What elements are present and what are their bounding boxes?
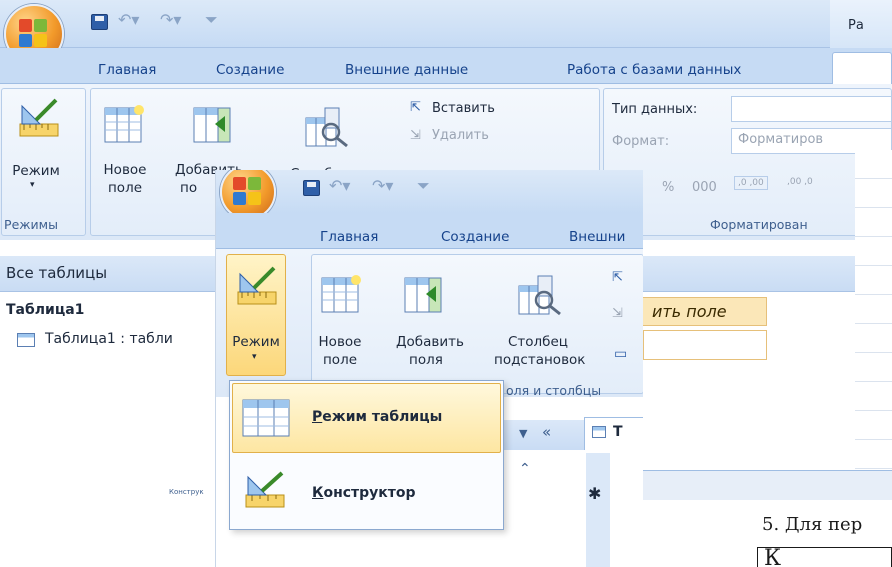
- fg-table-tab-icon: [592, 426, 606, 438]
- tab-create[interactable]: Создание: [216, 62, 284, 78]
- status-bar: [643, 470, 892, 500]
- new-field-icon: [104, 104, 146, 148]
- window-title: Ра: [848, 18, 864, 33]
- fg-tab-external-data[interactable]: Внешни: [569, 229, 625, 245]
- insert-icon: ⇱: [410, 100, 421, 115]
- tab-database-tools[interactable]: Работа с базами данных: [567, 62, 741, 78]
- office-logo-icon: [19, 19, 49, 49]
- fg-rename-icon[interactable]: ▭: [614, 346, 627, 362]
- view-dropdown-menu: Режим таблицы Конструктор: [229, 380, 504, 530]
- all-tables-label[interactable]: Все таблицы: [6, 264, 107, 282]
- tab-home[interactable]: Главная: [98, 62, 156, 78]
- add-field-label-2[interactable]: по: [180, 180, 197, 196]
- add-field-cell[interactable]: [643, 330, 767, 360]
- fg-redo-icon[interactable]: ↷▾: [372, 176, 393, 195]
- fg-add-field-label-1[interactable]: Добавить: [396, 334, 464, 350]
- add-field-icon: [193, 104, 237, 148]
- data-type-label: Тип данных:: [612, 102, 698, 117]
- delete-label[interactable]: Удалить: [432, 128, 489, 143]
- menu-item-datasheet-label: Режим таблицы: [312, 409, 443, 425]
- fg-lookup-column-icon: [518, 274, 564, 320]
- add-field-header[interactable]: ить поле: [641, 297, 767, 326]
- fg-nav-collapse-icon[interactable]: «: [542, 423, 551, 441]
- status-bar-text: Конструк: [169, 488, 204, 496]
- thousands-button[interactable]: 000: [692, 180, 717, 195]
- new-field-label-2[interactable]: поле: [103, 180, 147, 196]
- decrease-decimals-button[interactable]: ,00 ,0: [784, 176, 816, 188]
- document-box-text: К: [764, 547, 782, 567]
- redo-icon[interactable]: ↷▾: [160, 10, 181, 29]
- table1-item[interactable]: Таблица1 : табли: [45, 331, 173, 347]
- table1-group-label[interactable]: Таблица1: [6, 302, 84, 318]
- delete-icon: ⇲: [410, 128, 421, 143]
- datasheet-grid: [855, 150, 892, 480]
- fg-add-field-label-2[interactable]: поля: [409, 352, 443, 368]
- fg-tab-home[interactable]: Главная: [320, 229, 378, 245]
- tab-datasheet-active[interactable]: [832, 52, 892, 85]
- fg-tab-create[interactable]: Создание: [441, 229, 509, 245]
- fg-mode-dropdown-arrow: ▾: [252, 352, 257, 362]
- new-field-label-1[interactable]: Новое: [103, 162, 147, 178]
- percent-button[interactable]: %: [662, 180, 674, 195]
- lookup-column-icon: [305, 106, 351, 152]
- add-field-header-text: ить поле: [652, 302, 727, 321]
- foreground-access-window: ↶▾ ↷▾ ⏷ Главная Создание Внешни Режим ▾: [215, 170, 643, 567]
- tab-external-data[interactable]: Внешние данные: [345, 62, 468, 78]
- mode-icon: [18, 98, 62, 142]
- fg-office-logo-icon: [233, 177, 263, 207]
- fg-datasheet: [586, 453, 643, 567]
- table-icon: [17, 333, 35, 347]
- fg-mode-label: Режим: [232, 334, 280, 350]
- views-group-caption: Режимы: [4, 217, 58, 232]
- menu-item-design-view[interactable]: Конструктор: [312, 485, 416, 501]
- fg-new-record-marker: ✱: [588, 484, 602, 503]
- undo-icon[interactable]: ↶▾: [118, 10, 139, 29]
- mode-button-label[interactable]: Режим: [0, 163, 72, 179]
- insert-label[interactable]: Вставить: [432, 101, 495, 116]
- fg-undo-icon[interactable]: ↶▾: [329, 176, 350, 195]
- fg-nav-dropdown-icon[interactable]: ▼: [519, 427, 527, 440]
- data-type-field[interactable]: [731, 96, 892, 122]
- fg-new-field-label-2[interactable]: поле: [318, 352, 362, 368]
- save-icon[interactable]: [91, 14, 108, 30]
- fg-delete-icon: ⇲: [612, 306, 623, 321]
- fg-save-icon[interactable]: [303, 180, 320, 196]
- fg-insert-icon: ⇱: [612, 270, 623, 285]
- fg-table-tab-label: Т: [613, 424, 623, 440]
- fg-new-field-icon: [321, 274, 363, 318]
- fg-add-field-icon: [404, 274, 448, 318]
- datasheet-view-icon: [242, 399, 292, 443]
- customize-qat-icon[interactable]: ⏷: [205, 10, 218, 30]
- mode-dropdown-arrow[interactable]: ▾: [30, 180, 35, 190]
- fg-lookup-column-label-2[interactable]: подстановок: [494, 352, 585, 368]
- fg-new-field-label-1[interactable]: Новое: [318, 334, 362, 350]
- fg-fields-columns-caption: оля и столбцы: [506, 383, 602, 398]
- fg-mode-icon: [236, 266, 280, 314]
- format-label: Формат:: [612, 134, 670, 149]
- document-box: К: [757, 547, 892, 567]
- formatting-group-caption: Форматирован: [710, 217, 808, 232]
- fg-customize-qat-icon[interactable]: ⏷: [417, 176, 430, 196]
- document-text: 5. Для пер: [762, 514, 863, 535]
- fg-nav-shutter-icon[interactable]: ⌃: [519, 461, 531, 477]
- fg-lookup-column-label-1[interactable]: Столбец: [508, 334, 568, 350]
- increase-decimals-button[interactable]: ,0 ,00: [734, 176, 768, 190]
- design-view-icon: [244, 471, 288, 515]
